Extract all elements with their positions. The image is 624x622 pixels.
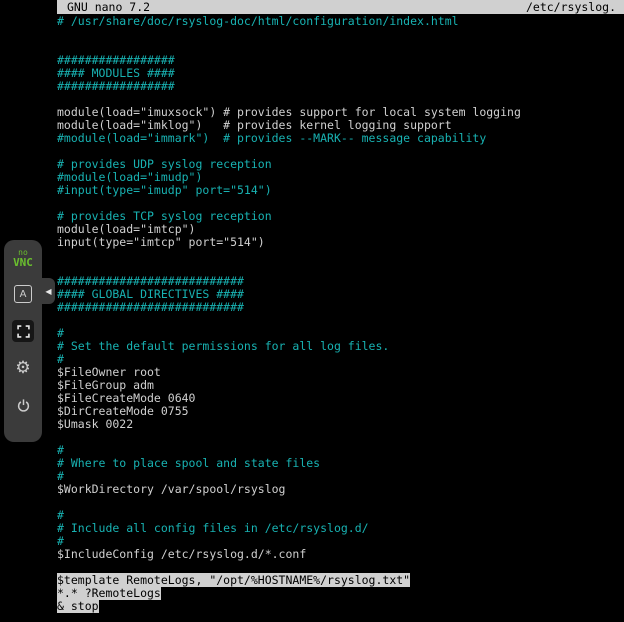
terminal-line (57, 314, 624, 327)
terminal-line: ########################### (57, 301, 624, 314)
terminal-line (57, 249, 624, 262)
terminal-line (57, 496, 624, 509)
nano-title-bar: GNU nano 7.2 /etc/rsyslog. (57, 0, 624, 14)
terminal-lines: # /usr/share/doc/rsyslog-doc/html/config… (57, 14, 624, 613)
terminal-line: input(type="imtcp" port="514") (57, 236, 624, 249)
nano-open-file-path: /etc/rsyslog. (526, 0, 616, 14)
collapse-arrow-icon: ◀ (45, 287, 51, 296)
terminal-line: # Include all config files in /etc/rsysl… (57, 522, 624, 535)
terminal-line: $Umask 0022 (57, 418, 624, 431)
gear-icon: ⚙ (15, 358, 30, 378)
extra-keys-button[interactable]: A (12, 283, 34, 305)
novnc-control-bar: no VNC A ⚙ (4, 240, 42, 442)
terminal-line: #input(type="imudp" port="514") (57, 184, 624, 197)
terminal-line: # /usr/share/doc/rsyslog-doc/html/config… (57, 15, 624, 28)
terminal-line: ################# (57, 80, 624, 93)
terminal-line (57, 431, 624, 444)
terminal-line: $WorkDirectory /var/spool/rsyslog (57, 483, 624, 496)
terminal-window[interactable]: GNU nano 7.2 /etc/rsyslog. # /usr/share/… (57, 0, 624, 622)
disconnect-button[interactable] (12, 394, 34, 416)
terminal-line: $DirCreateMode 0755 (57, 405, 624, 418)
power-icon (16, 398, 31, 413)
terminal-line: $IncludeConfig /etc/rsyslog.d/*.conf (57, 548, 624, 561)
keyboard-icon: A (14, 285, 32, 303)
terminal-line: # Where to place spool and state files (57, 457, 624, 470)
terminal-line: # Set the default permissions for all lo… (57, 340, 624, 353)
control-bar-handle[interactable]: ◀ (42, 278, 55, 304)
terminal-line: & stop (57, 600, 624, 613)
nano-app-version: GNU nano 7.2 (67, 0, 150, 14)
fullscreen-button[interactable] (12, 320, 34, 342)
novnc-logo: no VNC (13, 248, 33, 268)
fullscreen-icon (17, 325, 30, 338)
settings-button[interactable]: ⚙ (12, 357, 34, 379)
terminal-line (57, 28, 624, 41)
terminal-line: #module(load="immark") # provides --MARK… (57, 132, 624, 145)
novnc-logo-bottom: VNC (13, 258, 33, 268)
terminal-line: *.* ?RemoteLogs (57, 587, 624, 600)
